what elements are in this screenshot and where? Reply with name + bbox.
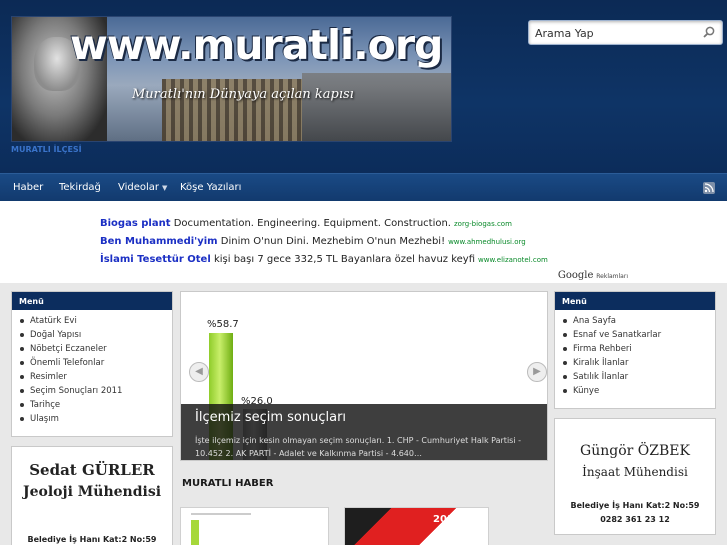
thumb-bar	[191, 520, 199, 545]
site-tagline: Muratlı'nın Dünyaya açılan kapısı	[132, 87, 354, 102]
search-input[interactable]	[535, 25, 695, 41]
menu-item-ana-sayfa[interactable]: Ana Sayfa	[563, 316, 715, 330]
google-logo: Google	[557, 270, 594, 281]
left-menu-list: Atatürk Evi Doğal Yapısı Nöbetçi Eczanel…	[12, 310, 172, 428]
search-box[interactable]	[528, 20, 723, 45]
card-name: Sedat GÜRLER	[29, 461, 155, 479]
nav-item-videolar[interactable]: Videolar ▼	[118, 182, 167, 193]
chevron-down-icon: ▼	[162, 184, 168, 192]
bar-value-label: %58.7	[207, 319, 239, 330]
ad-description: kişi başı 7 gece 332,5 TL Bayanlara özel…	[213, 254, 476, 265]
slider-caption-title[interactable]: İlçemiz seçim sonuçları	[195, 410, 346, 425]
right-menu-list: Ana Sayfa Esnaf ve Sanatkarlar Firma Reh…	[555, 310, 715, 400]
ad-url[interactable]: www.elizanotel.com	[478, 256, 548, 264]
menu-item-resimler[interactable]: Resimler	[20, 372, 172, 386]
nav-item-haber[interactable]: Haber	[13, 182, 43, 193]
news-section-title: MURATLI HABER	[182, 478, 274, 489]
nav-label: Tekirdağ	[59, 182, 101, 193]
right-menu-title: Menü	[555, 292, 715, 310]
ad-url[interactable]: www.ahmedhulusi.org	[448, 238, 526, 246]
menu-item-ataturk-evi[interactable]: Atatürk Evi	[20, 316, 172, 330]
menu-item-tarihce[interactable]: Tarihçe	[20, 400, 172, 414]
ad-item[interactable]: İslami Tesettür Otel kişi başı 7 gece 33…	[100, 254, 548, 265]
right-menu-box: Menü Ana Sayfa Esnaf ve Sanatkarlar Firm…	[554, 291, 716, 409]
region-label: MURATLI İLÇESİ	[11, 145, 82, 154]
thumb-image	[345, 508, 488, 545]
google-ads: Biogas plant Documentation. Engineering.…	[96, 214, 631, 282]
slider-prev-button[interactable]: ◀	[189, 362, 209, 382]
thumb-year: 2011	[433, 514, 461, 525]
card-name: Güngör ÖZBEK	[580, 443, 690, 459]
slider-caption-text: İşte ilçemiz için kesin olmayan seçim so…	[195, 436, 521, 458]
ad-item[interactable]: Ben Muhammedi'yim Dinim O'nun Dini. Mezh…	[100, 236, 526, 247]
ad-url[interactable]: zorg-biogas.com	[454, 220, 512, 228]
right-business-card[interactable]: Güngör ÖZBEK İnşaat Mühendisi Belediye İ…	[554, 418, 716, 535]
site-name: www.muratli.org	[70, 21, 443, 69]
ads-by-google[interactable]: Google Reklamları	[558, 270, 628, 281]
news-thumbnail[interactable]: 2011	[344, 507, 489, 545]
search-icon[interactable]	[702, 25, 716, 39]
main-nav: Haber Tekirdağ Videolar ▼ Köşe Yazıları	[0, 173, 727, 201]
nav-label: Haber	[13, 182, 44, 193]
ad-item[interactable]: Biogas plant Documentation. Engineering.…	[100, 218, 512, 229]
left-menu-title: Menü	[12, 292, 172, 310]
nav-item-tekirdag[interactable]: Tekirdağ	[59, 182, 101, 193]
menu-item-dogal-yapisi[interactable]: Doğal Yapısı	[20, 330, 172, 344]
thumb-line	[191, 513, 251, 515]
nav-label: Videolar	[118, 182, 160, 193]
left-menu-box: Menü Atatürk Evi Doğal Yapısı Nöbetçi Ec…	[11, 291, 173, 437]
left-business-card[interactable]: Sedat GÜRLER Jeoloji Mühendisi Belediye …	[11, 446, 173, 545]
menu-item-kunye[interactable]: Künye	[563, 386, 715, 400]
ad-description: Documentation. Engineering. Equipment. C…	[173, 218, 451, 229]
menu-item-esnaf-ve-sanatkarlar[interactable]: Esnaf ve Sanatkarlar	[563, 330, 715, 344]
banner-crowd-image	[302, 73, 451, 141]
card-profession: İnşaat Mühendisi	[582, 465, 688, 479]
ads-label: Reklamları	[596, 273, 628, 280]
site-banner[interactable]: www.muratli.org Muratlı'nın Dünyaya açıl…	[11, 16, 452, 142]
menu-item-secim-sonuclari[interactable]: Seçim Sonuçları 2011	[20, 386, 172, 400]
ad-title[interactable]: Ben Muhammedi'yim	[100, 236, 218, 247]
slider-next-button[interactable]: ▶	[527, 362, 547, 382]
ad-title[interactable]: Biogas plant	[100, 218, 171, 229]
menu-item-satilik-ilanlar[interactable]: Satılık İlanlar	[563, 372, 715, 386]
slider-caption[interactable]: İlçemiz seçim sonuçları İşte ilçemiz içi…	[181, 404, 547, 460]
menu-item-kiralik-ilanlar[interactable]: Kiralık İlanlar	[563, 358, 715, 372]
ad-title[interactable]: İslami Tesettür Otel	[100, 254, 211, 265]
ad-description: Dinim O'nun Dini. Mezhebim O'nun Mezhebi…	[220, 236, 446, 247]
news-thumbnail[interactable]	[180, 507, 329, 545]
menu-item-firma-rehberi[interactable]: Firma Rehberi	[563, 344, 715, 358]
card-profession: Jeoloji Mühendisi	[22, 484, 162, 500]
card-address: Belediye İş Hanı Kat:2 No:59	[570, 501, 700, 510]
featured-slider[interactable]: %58.7 %26.0 ◀ ▶ İlçemiz seçim sonuçları …	[180, 291, 548, 461]
nav-item-kose-yazilari[interactable]: Köşe Yazıları	[180, 182, 241, 193]
menu-item-onemli-telefonlar[interactable]: Önemli Telefonlar	[20, 358, 172, 372]
rss-icon[interactable]	[703, 182, 715, 194]
card-address: Belediye İş Hanı Kat:2 No:59	[27, 535, 157, 544]
menu-item-ulasim[interactable]: Ulaşım	[20, 414, 172, 428]
menu-item-nobetci-eczaneler[interactable]: Nöbetçi Eczaneler	[20, 344, 172, 358]
card-phone: 0282 361 23 12	[600, 515, 670, 524]
site-header: www.muratli.org Muratlı'nın Dünyaya açıl…	[0, 0, 727, 173]
nav-label: Köşe Yazıları	[180, 182, 242, 193]
